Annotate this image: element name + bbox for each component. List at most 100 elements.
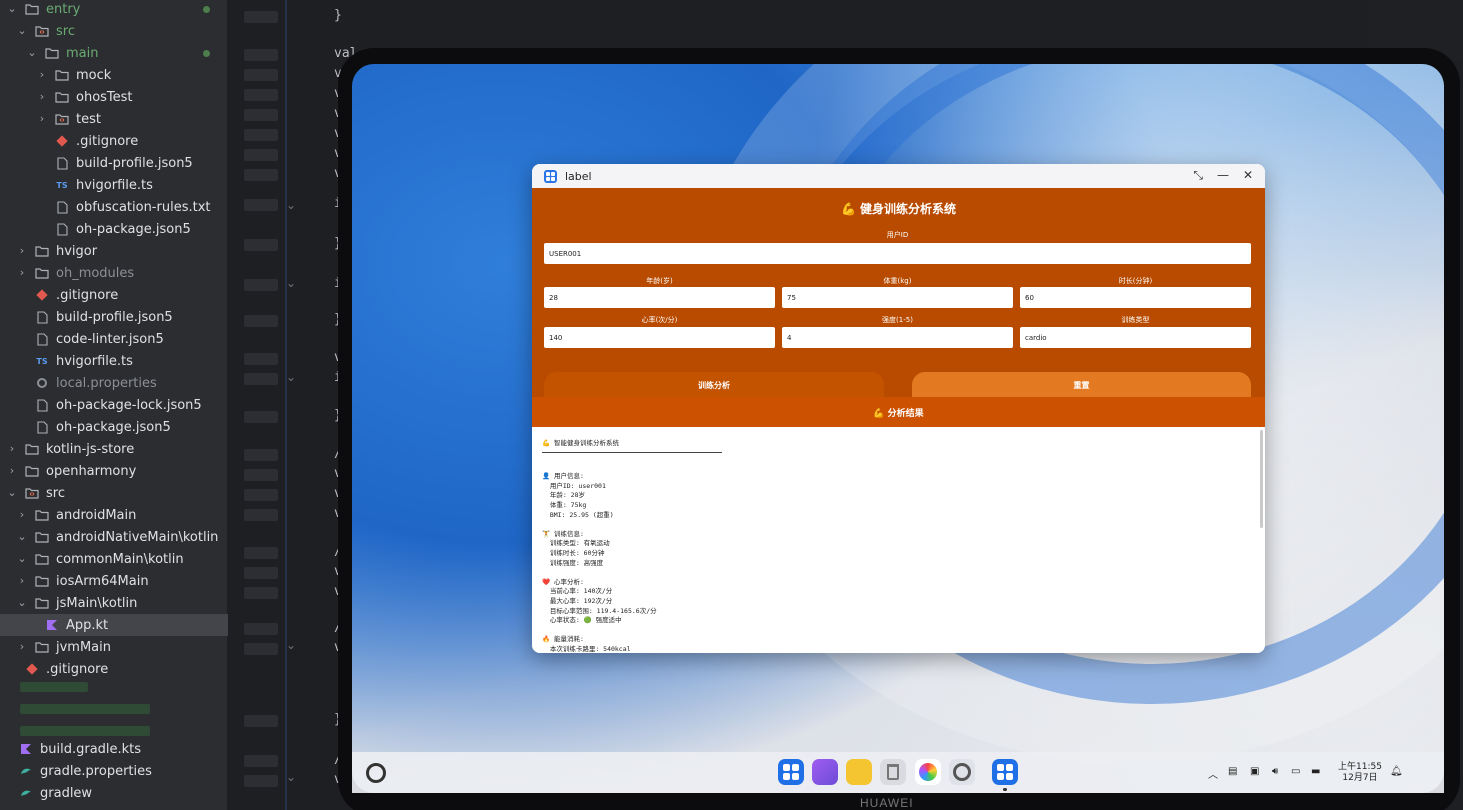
user-id-input[interactable]: USER001 [544,243,1251,264]
fold-chevron-icon[interactable]: ⌄ [286,370,296,384]
chevron-down-icon[interactable]: ⌄ [16,553,28,565]
tree-item[interactable]: › oh_modules [0,262,228,284]
reset-button[interactable]: 重置 [912,372,1251,398]
chevron-right-icon[interactable]: › [6,465,18,477]
chevron-down-icon[interactable]: ⌄ [6,3,18,15]
folder-icon [24,1,40,17]
minimize-icon[interactable]: — [1217,168,1229,183]
tree-item[interactable]: TS hvigorfile.ts [0,174,228,196]
app-grid-icon[interactable] [778,759,804,785]
tree-item[interactable]: .gitignore [0,284,228,306]
tree-item-label: .gitignore [56,287,119,303]
intensity-input[interactable]: 4 [782,327,1013,348]
tree-item-label: hvigorfile.ts [76,177,153,193]
volume-icon[interactable]: 🔊︎ [1272,766,1278,777]
result-scrollbar[interactable] [1260,430,1263,528]
tree-item[interactable]: › androidMain [0,504,228,526]
close-icon[interactable]: ✕ [1243,168,1253,183]
chevron-down-icon[interactable]: ⌄ [26,47,38,59]
chevron-right-icon[interactable]: › [6,443,18,455]
tree-item[interactable]: oh-package-lock.json5 [0,394,228,416]
tree-item[interactable]: › ohosTest [0,86,228,108]
clock[interactable]: 上午11:55 12月7日 [1338,762,1382,784]
tree-item[interactable]: › openharmony [0,460,228,482]
tree-item[interactable]: build-profile.json5 [0,152,228,174]
tree-item[interactable]: › mock [0,64,228,86]
fold-chevron-icon[interactable]: ⌄ [286,770,296,784]
tree-item[interactable]: ⌄ src [0,482,228,504]
tree-item[interactable]: › test [0,108,228,130]
chevron-right-icon[interactable]: › [16,575,28,587]
tree-item[interactable]: build-profile.json5 [0,306,228,328]
tree-item[interactable]: › kotlin-js-store [0,438,228,460]
battery-icon[interactable]: ▬ [1311,766,1320,777]
tree-item-label: hvigorfile.ts [56,353,133,369]
chevron-up-icon[interactable]: ︿ [1208,766,1218,781]
wifi-icon[interactable]: ▭ [1291,766,1300,777]
tree-item[interactable]: oh-package.json5 [0,218,228,240]
chevron-right-icon[interactable]: › [36,69,48,81]
tree-item[interactable]: ⌄ main [0,42,228,64]
fold-chevron-icon[interactable]: ⌄ [286,276,296,290]
chevron-right-icon[interactable]: › [36,91,48,103]
tree-item[interactable]: App.kt [0,614,228,636]
tree-item[interactable]: ⌄ jsMain\kotlin [0,592,228,614]
tree-item[interactable]: › hvigor [0,240,228,262]
assistant-icon[interactable] [366,763,386,783]
trash-icon[interactable] [880,759,906,785]
chevron-right-icon[interactable]: › [16,509,28,521]
label-app-icon[interactable] [992,759,1018,785]
tree-item[interactable]: ⌄ entry [0,0,228,20]
tree-item[interactable]: ⌄ commonMain\kotlin [0,548,228,570]
tree-item[interactable]: TS hvigorfile.ts [0,350,228,372]
notes-icon[interactable]: ▣ [1250,766,1259,777]
files-icon[interactable] [846,759,872,785]
tree-item-label: gradle.properties [40,763,152,779]
training-type-input[interactable]: cardio [1020,327,1251,348]
line-number [244,109,278,121]
clock-time: 上午11:55 [1338,762,1382,772]
tree-item[interactable]: code-linter.json5 [0,328,228,350]
age-label: 年龄(岁) [646,277,673,285]
tree-item[interactable]: obfuscation-rules.txt [0,196,228,218]
tree-item[interactable]: ⌄ androidNativeMain\kotlin [0,526,228,548]
folder-icon [54,67,70,83]
tree-item[interactable]: › iosArm64Main [0,570,228,592]
chevron-down-icon[interactable]: ⌄ [16,25,28,37]
tree-item[interactable]: .gitignore [0,658,228,680]
tree-item[interactable]: local.properties [0,372,228,394]
tree-item[interactable]: oh-package.json5 [0,416,228,438]
chevron-right-icon[interactable]: › [16,245,28,257]
fold-chevron-icon[interactable]: ⌄ [286,638,296,652]
multitask-icon[interactable] [812,759,838,785]
input-method-icon[interactable]: ▤ [1228,766,1237,777]
window-titlebar[interactable]: label ⤡ — ✕ [532,164,1265,188]
chevron-down-icon[interactable]: ⌄ [6,487,18,499]
tree-item[interactable]: gradle.properties [0,760,228,782]
source-folder-icon [54,111,70,127]
heart-rate-input[interactable]: 140 [544,327,775,348]
tree-item[interactable]: build.gradle.kts [0,738,228,760]
tree-item-label: androidNativeMain\kotlin [56,529,219,545]
git-file-icon [54,133,70,149]
chevron-right-icon[interactable]: › [16,267,28,279]
restore-icon[interactable]: ⤡ [1193,168,1203,183]
notification-bell-icon[interactable]: 🔔︎ [1390,766,1403,777]
tree-item-label: .gitignore [46,661,109,677]
tree-item[interactable]: gradlew [0,782,228,804]
duration-input[interactable]: 60 [1020,287,1251,308]
fold-chevron-icon[interactable]: ⌄ [286,198,296,212]
chevron-right-icon[interactable]: › [36,113,48,125]
gallery-icon[interactable] [915,759,941,785]
chevron-down-icon[interactable]: ⌄ [16,597,28,609]
settings-icon[interactable] [949,759,975,785]
tree-item[interactable]: › jvmMain [0,636,228,658]
folder-icon [34,529,50,545]
tree-item[interactable]: .gitignore [0,130,228,152]
chevron-down-icon[interactable]: ⌄ [16,531,28,543]
age-input[interactable]: 28 [544,287,775,308]
tree-item[interactable]: ⌄ src [0,20,228,42]
chevron-right-icon[interactable]: › [16,641,28,653]
weight-input[interactable]: 75 [782,287,1013,308]
analyze-button[interactable]: 训练分析 [544,372,884,398]
